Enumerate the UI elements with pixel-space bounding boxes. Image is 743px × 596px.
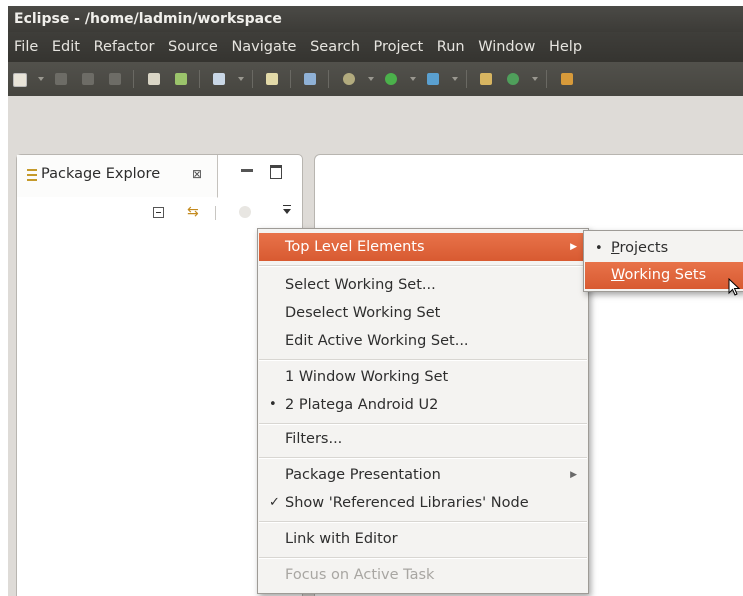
menu-separator — [259, 265, 587, 267]
radio-bullet-icon: • — [595, 241, 603, 256]
lint-icon[interactable] — [208, 62, 230, 96]
menu-separator — [259, 557, 587, 559]
menu-project[interactable]: Project — [374, 32, 424, 62]
tab-package-explorer[interactable]: Package Explore ⊠ — [17, 155, 218, 198]
save-icon[interactable] — [50, 62, 72, 96]
submenu-arrow-icon: ▶ — [570, 242, 577, 252]
menu-item-label: Deselect Working Set — [285, 305, 441, 321]
menu-file[interactable]: File — [14, 32, 38, 62]
focus-task-icon[interactable] — [239, 206, 251, 218]
menu-separator — [259, 457, 587, 459]
menu-item-select-working-set[interactable]: Select Working Set... — [259, 271, 587, 299]
menu-run[interactable]: Run — [437, 32, 465, 62]
package-explorer-icon — [27, 169, 37, 181]
mouse-cursor-icon — [728, 278, 741, 296]
print-icon[interactable] — [104, 62, 126, 96]
label-rest: orking Sets — [624, 267, 707, 283]
mnemonic-letter: P — [611, 240, 620, 256]
android-sdk-icon[interactable] — [143, 62, 165, 96]
window-title-bar: Eclipse - /home/ladmin/workspace — [8, 6, 743, 32]
menu-item-label: Focus on Active Task — [285, 567, 435, 583]
new-dropdown-icon[interactable] — [35, 62, 45, 96]
menu-separator — [259, 359, 587, 361]
menu-refactor[interactable]: Refactor — [94, 32, 155, 62]
toolbar-separator — [215, 206, 216, 220]
skip-breakpoints-icon[interactable] — [299, 62, 321, 96]
menu-separator — [259, 423, 587, 425]
menu-item-label: Show 'Referenced Libraries' Node — [285, 495, 529, 511]
menu-item-top-level-elements[interactable]: Top Level Elements ▶ — [259, 233, 587, 261]
menu-navigate[interactable]: Navigate — [231, 32, 296, 62]
minimize-icon[interactable] — [241, 169, 253, 172]
menu-item-filters[interactable]: Filters... — [259, 425, 587, 453]
new-package-icon[interactable] — [475, 62, 497, 96]
toolbar-separator — [326, 62, 332, 96]
menu-item-recent-working-set-1[interactable]: 1 Window Working Set — [259, 363, 587, 391]
radio-bullet-icon: • — [269, 397, 277, 412]
save-all-icon[interactable] — [77, 62, 99, 96]
new-class-icon[interactable] — [502, 62, 524, 96]
menu-item-label: Link with Editor — [285, 531, 398, 547]
submenu-item-label: Working Sets — [611, 262, 706, 289]
menu-search[interactable]: Search — [310, 32, 360, 62]
collapse-all-icon[interactable] — [153, 207, 164, 218]
run-dropdown-icon[interactable] — [407, 62, 417, 96]
tab-package-explorer-label: Package Explore — [41, 166, 161, 182]
submenu-item-working-sets[interactable]: Working Sets — [585, 262, 743, 289]
menu-bar: File Edit Refactor Source Navigate Searc… — [8, 32, 743, 62]
submenu-arrow-icon: ▶ — [570, 470, 577, 480]
debug-icon[interactable] — [338, 62, 360, 96]
view-menu-dropdown: Top Level Elements ▶ Select Working Set.… — [257, 228, 589, 594]
debug-dropdown-icon[interactable] — [365, 62, 375, 96]
menu-help[interactable]: Help — [549, 32, 582, 62]
menu-item-recent-working-set-2[interactable]: • 2 Platega Android U2 — [259, 391, 587, 419]
lint-dropdown-icon[interactable] — [235, 62, 245, 96]
menu-item-edit-active-working-set[interactable]: Edit Active Working Set... — [259, 327, 587, 355]
toolbar-area-background — [8, 96, 743, 148]
menu-item-label: Package Presentation — [285, 467, 441, 483]
menu-item-link-with-editor[interactable]: Link with Editor — [259, 525, 587, 553]
top-level-elements-submenu: • Projects Working Sets — [583, 230, 743, 292]
menu-separator — [259, 521, 587, 523]
toolbar-separator — [544, 62, 550, 96]
new-class-dropdown-icon[interactable] — [529, 62, 539, 96]
toolbar-separator — [464, 62, 470, 96]
maximize-icon[interactable] — [270, 165, 282, 179]
new-android-project-icon[interactable] — [261, 62, 283, 96]
menu-item-deselect-working-set[interactable]: Deselect Working Set — [259, 299, 587, 327]
menu-item-package-presentation[interactable]: Package Presentation ▶ — [259, 461, 587, 489]
open-type-icon[interactable] — [556, 62, 578, 96]
label-rest: rojects — [619, 240, 669, 256]
view-menu-icon[interactable] — [283, 205, 291, 214]
toolbar-separator — [131, 62, 137, 96]
external-tools-dropdown-icon[interactable] — [449, 62, 459, 96]
mnemonic-letter: W — [611, 267, 625, 283]
submenu-item-projects[interactable]: • Projects — [585, 235, 743, 262]
menu-item-show-referenced-libraries[interactable]: ✓ Show 'Referenced Libraries' Node — [259, 489, 587, 517]
menu-item-label: 2 Platega Android U2 — [285, 397, 439, 413]
window-title: Eclipse - /home/ladmin/workspace — [14, 11, 282, 27]
tab-close-icon[interactable]: ⊠ — [192, 167, 202, 181]
android-avd-icon[interactable] — [170, 62, 192, 96]
menu-item-label: Filters... — [285, 431, 343, 447]
link-with-editor-icon[interactable]: ⇆ — [187, 204, 199, 220]
menu-item-label: 1 Window Working Set — [285, 369, 449, 385]
menu-edit[interactable]: Edit — [52, 32, 80, 62]
external-tools-icon[interactable] — [422, 62, 444, 96]
menu-item-label: Select Working Set... — [285, 277, 436, 293]
toolbar-separator — [197, 62, 203, 96]
menu-item-focus-on-active-task: Focus on Active Task — [259, 561, 587, 589]
main-toolbar — [8, 62, 743, 96]
menu-item-label: Top Level Elements — [285, 239, 425, 255]
new-icon[interactable] — [8, 62, 30, 96]
toolbar-separator — [250, 62, 256, 96]
checkmark-icon: ✓ — [269, 495, 280, 510]
menu-item-label: Edit Active Working Set... — [285, 333, 469, 349]
run-icon[interactable] — [380, 62, 402, 96]
menu-source[interactable]: Source — [168, 32, 218, 62]
menu-window[interactable]: Window — [478, 32, 535, 62]
submenu-item-label: Projects — [611, 235, 668, 262]
toolbar-separator — [288, 62, 294, 96]
package-explorer-toolbar: ⇆ — [147, 203, 297, 227]
